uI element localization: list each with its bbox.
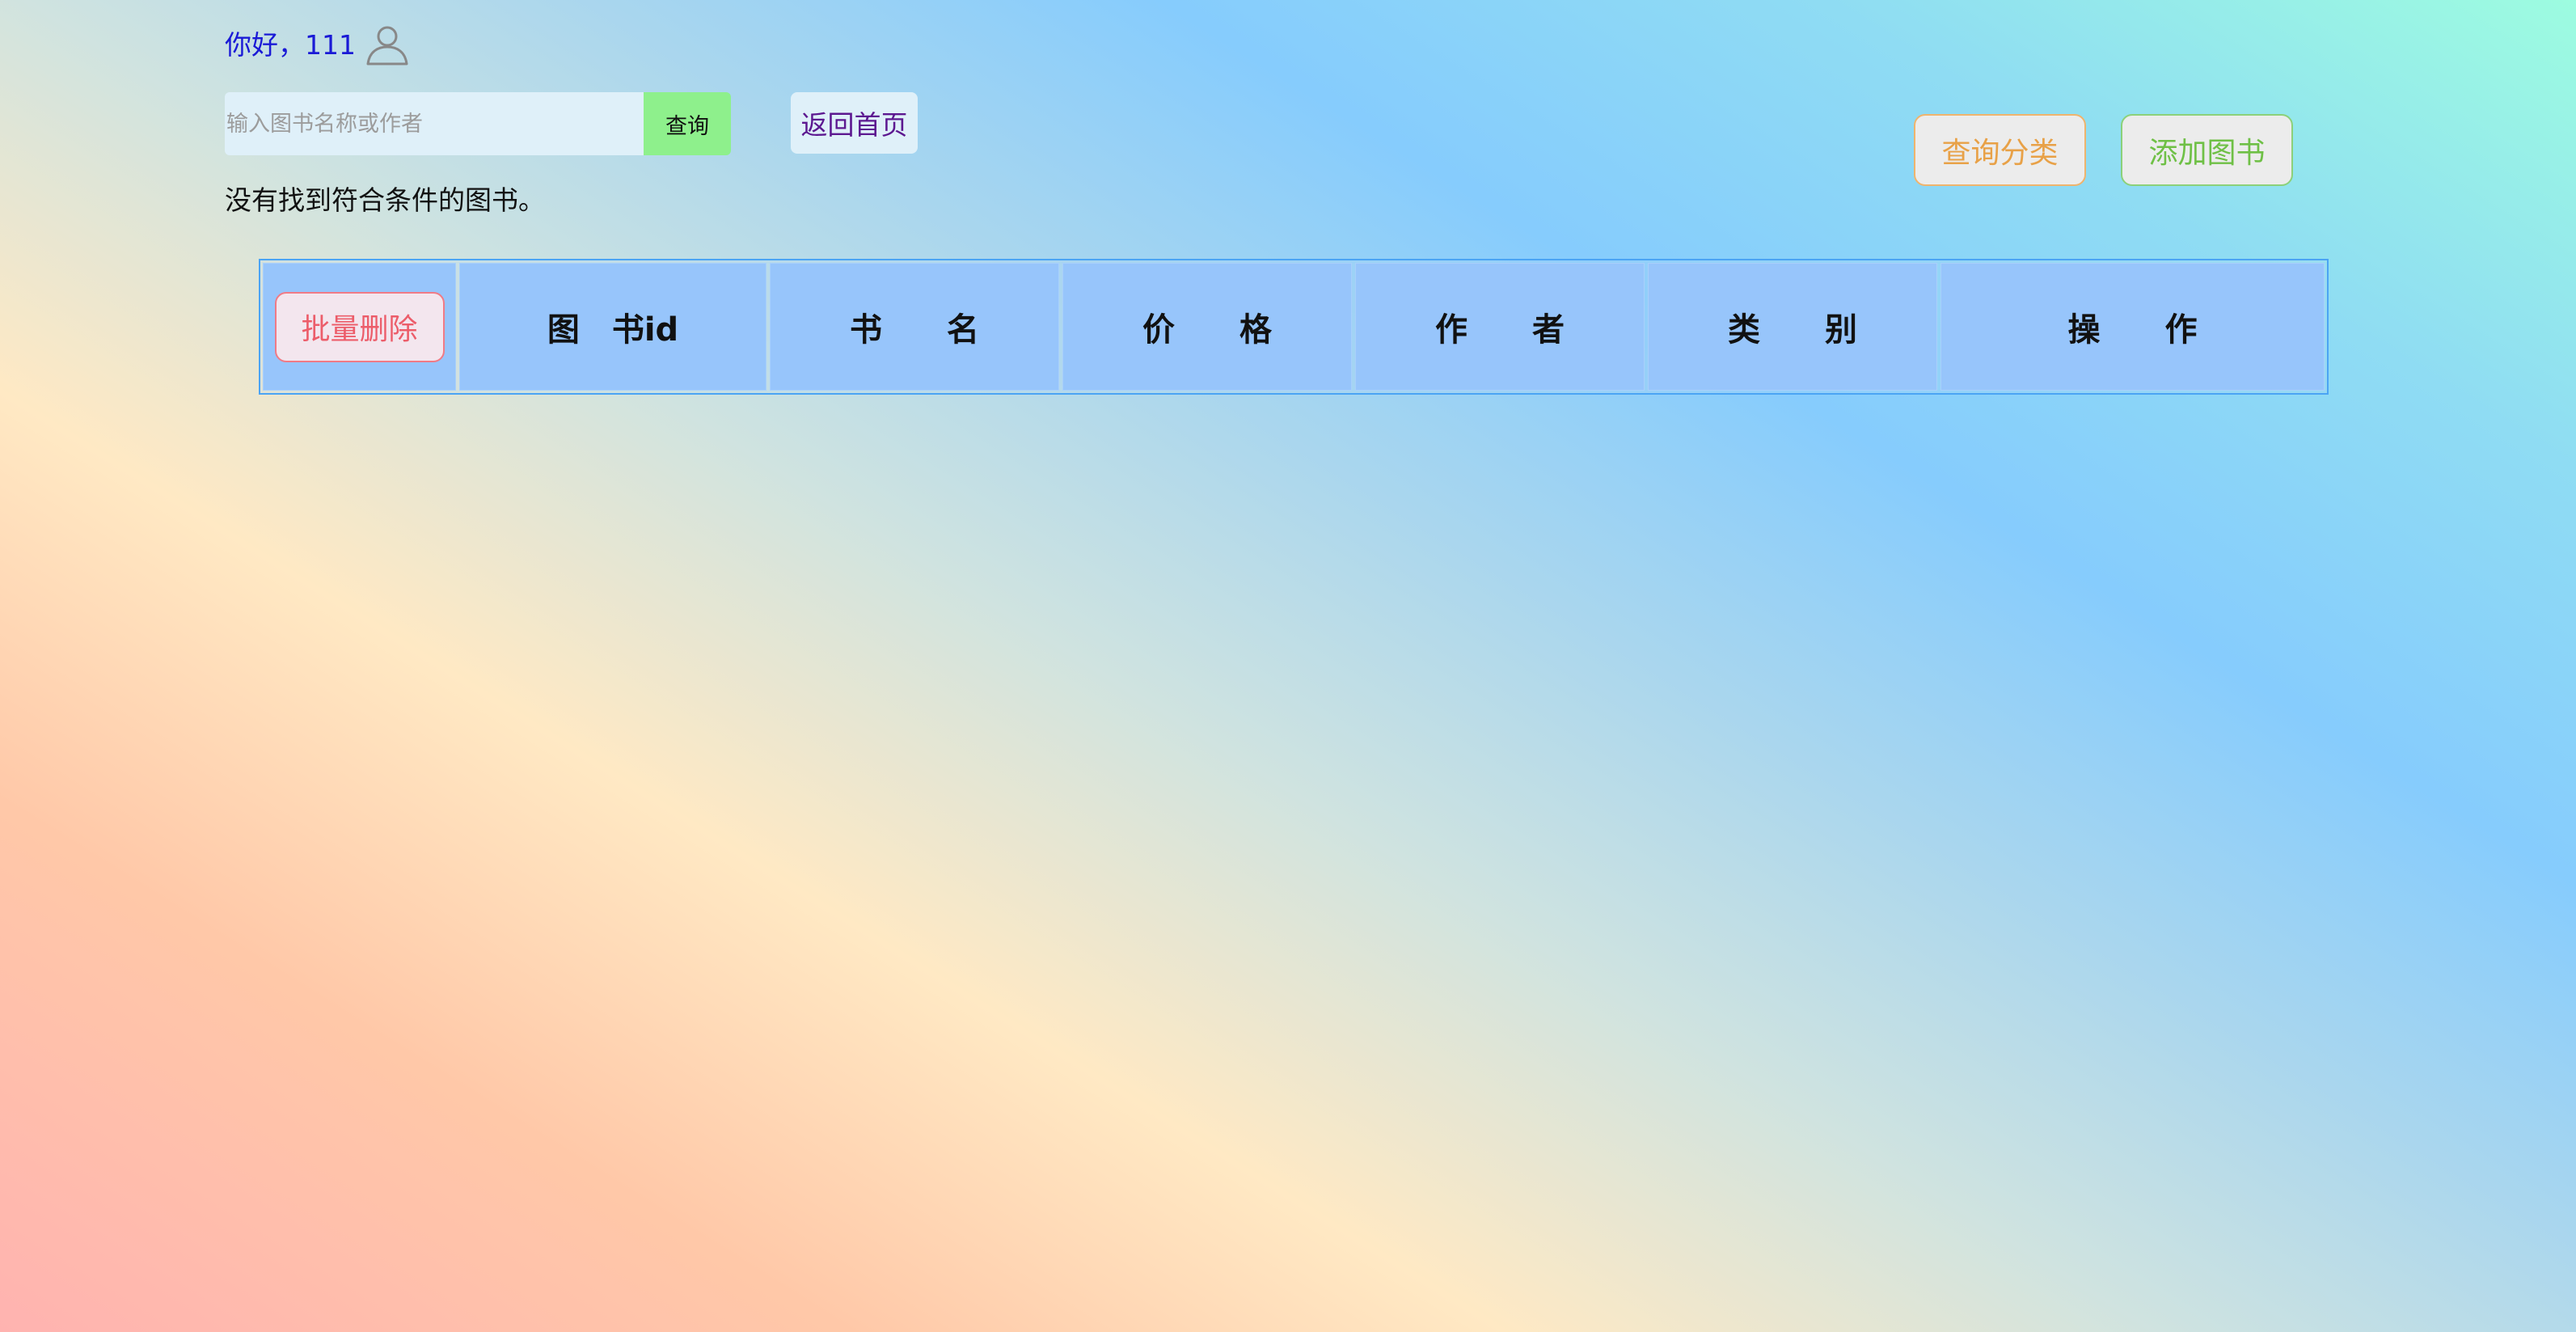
header-cell-book-name: 书 名 — [770, 263, 1059, 391]
header-cell-author: 作 者 — [1355, 263, 1645, 391]
user-greeting: 你好，111 — [225, 24, 411, 66]
search-input[interactable] — [225, 92, 644, 155]
header-cell-category: 类 别 — [1648, 263, 1937, 391]
header-cell-select: 批量删除 — [263, 263, 456, 391]
user-icon[interactable] — [364, 23, 411, 67]
query-category-button[interactable]: 查询分类 — [1914, 114, 2086, 186]
header-cell-book-id: 图 书id — [459, 263, 766, 391]
home-button[interactable]: 返回首页 — [791, 92, 918, 154]
table-header-row: 批量删除 图 书id 书 名 价 格 作 者 类 别 操 作 — [263, 263, 2325, 391]
header-cell-price: 价 格 — [1062, 263, 1352, 391]
header-cell-operations: 操 作 — [1940, 263, 2325, 391]
add-book-button[interactable]: 添加图书 — [2121, 114, 2293, 186]
greeting-text: 你好，111 — [225, 29, 356, 61]
no-result-message: 没有找到符合条件的图书。 — [225, 184, 545, 216]
search-button[interactable]: 查询 — [644, 92, 731, 155]
search-bar: 查询 — [225, 92, 731, 155]
batch-delete-button[interactable]: 批量删除 — [274, 291, 445, 362]
book-table: 批量删除 图 书id 书 名 价 格 作 者 类 别 操 作 — [259, 259, 2329, 395]
